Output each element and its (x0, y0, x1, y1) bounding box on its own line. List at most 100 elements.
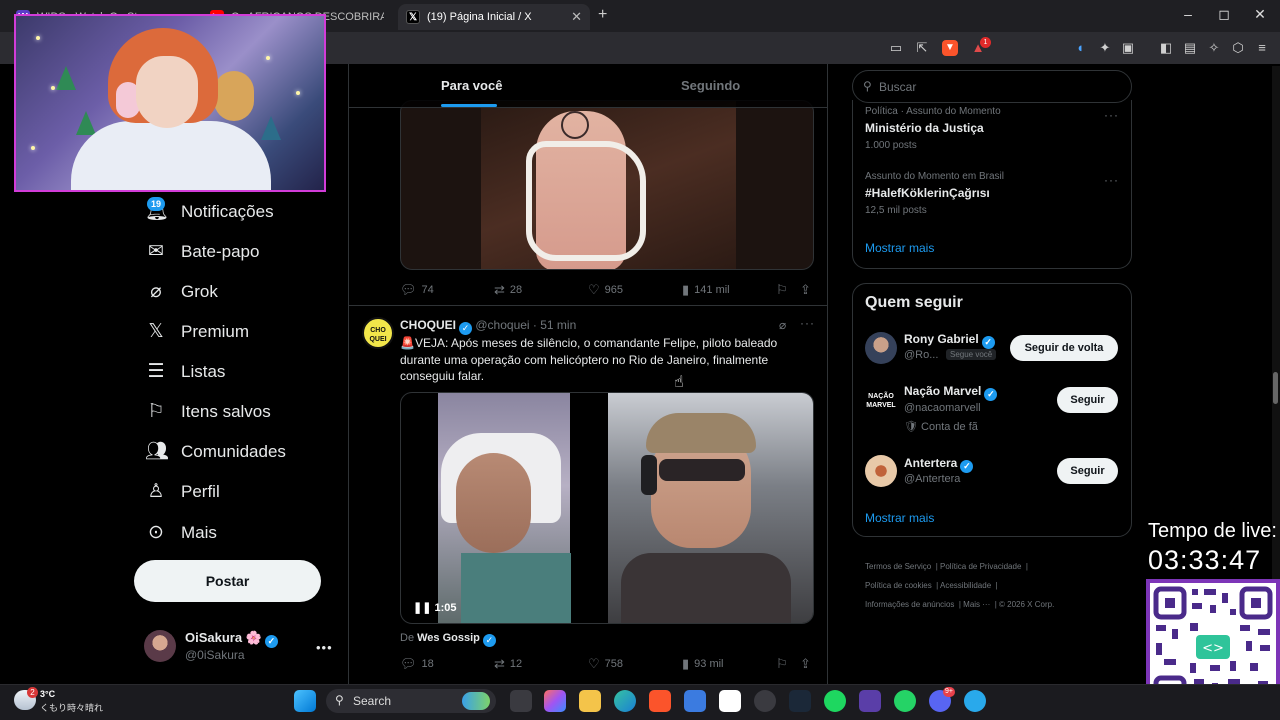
nav-communities[interactable]: 👥︎ Comunidades (145, 439, 286, 465)
tweet-time[interactable]: · 51 min (533, 318, 576, 332)
user-avatar[interactable] (865, 455, 897, 487)
like-action[interactable]: ♡ 965 (588, 282, 623, 298)
task-view-icon[interactable] (510, 690, 532, 712)
vpn-icon[interactable]: ⬡ (1230, 40, 1246, 56)
app-icon[interactable] (859, 690, 881, 712)
browser-tab-3-active[interactable]: 𝕏 (19) Página Inicial / X ✕ (398, 4, 590, 30)
share-icon[interactable]: ⇱ (914, 40, 930, 56)
tweet-author[interactable]: CHOQUEI (400, 318, 456, 332)
views-action[interactable]: ▮ 141 mil (682, 282, 730, 298)
notion-icon[interactable] (719, 690, 741, 712)
views-action[interactable]: ▮ 93 mil (682, 656, 724, 672)
tweet-more-icon[interactable]: ··· (800, 316, 815, 330)
share-action[interactable]: ⇪ (800, 282, 816, 298)
edge-icon[interactable] (614, 690, 636, 712)
bookmark-action[interactable]: ⚐ (776, 282, 793, 298)
account-menu-icon[interactable]: ••• (316, 640, 333, 655)
tweet-video[interactable]: ❚❚ 1:05 (400, 392, 814, 624)
tab-close-icon[interactable]: ✕ (563, 9, 582, 25)
trend-more-icon[interactable]: ··· (1104, 173, 1119, 187)
follow-button[interactable]: Seguir (1057, 458, 1118, 484)
user-name[interactable]: Nação Marvel ✓ (904, 384, 998, 401)
choquei-avatar[interactable]: CHO QUEI (362, 317, 394, 349)
reply-action[interactable]: 💬︎ 74 (400, 282, 434, 298)
tweet-divider (349, 305, 827, 306)
tweet-handle[interactable]: @choquei (475, 318, 529, 332)
spotify-icon[interactable] (824, 690, 846, 712)
new-tab-button[interactable]: + (598, 6, 607, 24)
reply-action[interactable]: 💬︎ 18 (400, 656, 434, 672)
cast-icon[interactable]: ▭ (888, 40, 904, 56)
post-button[interactable]: Postar (134, 560, 321, 602)
sidebar-toggle-icon[interactable]: ◧ (1158, 40, 1174, 56)
taskbar-search[interactable]: ⚲ Search (326, 689, 496, 713)
trend-more-icon[interactable]: ··· (1104, 108, 1119, 122)
minimize-button[interactable]: – (1178, 6, 1198, 22)
nav-premium[interactable]: 𝕏 Premium (145, 319, 249, 345)
maximize-button[interactable]: ◻ (1214, 6, 1234, 23)
brave-shields-icon[interactable]: ▼ (942, 40, 958, 56)
tab-following[interactable]: Seguindo (681, 78, 740, 93)
nav-grok[interactable]: ⌀ Grok (145, 279, 218, 305)
grok-explain-icon[interactable]: ⌀ (779, 318, 786, 332)
trends-show-more-link[interactable]: Mostrar mais (865, 241, 934, 255)
tab-search-icon[interactable]: ▣ (1120, 40, 1136, 56)
microsoft-store-icon[interactable] (684, 690, 706, 712)
nav-more[interactable]: ⊙ Mais (145, 520, 217, 546)
search-input[interactable]: ⚲ Buscar (852, 70, 1132, 103)
trend-item-1[interactable]: Política · Assunto do Momento Ministério… (865, 106, 1001, 151)
steam-icon[interactable] (789, 690, 811, 712)
wallet-icon[interactable]: ▤ (1182, 40, 1198, 56)
footer-link[interactable]: Política de cookies (865, 581, 932, 590)
nav-chat[interactable]: ✉ Bate-papo (145, 239, 259, 265)
nav-bookmarks[interactable]: ⚐ Itens salvos (145, 399, 270, 425)
footer-more-link[interactable]: Mais ··· (963, 600, 990, 609)
tweet-image[interactable] (400, 100, 814, 270)
tweet-header: CHOQUEI ✓ @choquei · 51 min (400, 318, 576, 335)
close-window-button[interactable]: ✕ (1250, 6, 1270, 23)
menu-icon[interactable]: ≡ (1254, 40, 1270, 56)
audio-icon[interactable]: ◖ (1072, 40, 1088, 56)
telegram-icon[interactable] (964, 690, 986, 712)
trend-item-2[interactable]: Assunto do Momento em Brasil #HalefKökle… (865, 171, 1004, 216)
scrollbar-thumb[interactable] (1273, 372, 1278, 404)
nav-profile[interactable]: ♙ Perfil (145, 479, 219, 505)
pause-icon[interactable]: ❚❚ (413, 602, 435, 614)
share-action[interactable]: ⇪ (800, 656, 816, 672)
nav-label: Bate-papo (181, 242, 260, 261)
who-to-follow-show-more-link[interactable]: Mostrar mais (865, 511, 934, 525)
weather-temp[interactable]: 3°C (40, 689, 55, 699)
like-action[interactable]: ♡ 758 (588, 656, 623, 672)
whatsapp-icon[interactable] (894, 690, 916, 712)
nav-lists[interactable]: ☰ Listas (145, 359, 225, 385)
profile-name[interactable]: OiSakura 🌸 ✓ (185, 630, 278, 648)
nacao-marvel-avatar[interactable]: NAÇÃO MARVEL (865, 385, 897, 417)
leo-ai-icon[interactable]: ✧ (1206, 40, 1222, 56)
footer-link[interactable]: Informações de anúncios (865, 600, 954, 609)
profile-avatar[interactable] (144, 630, 176, 662)
xmas-tree-decoration (56, 66, 76, 90)
weather-description[interactable]: くもり時々晴れ (40, 701, 103, 714)
user-avatar[interactable] (865, 332, 897, 364)
verified-icon: ✓ (264, 635, 278, 648)
tab-for-you[interactable]: Para você (441, 78, 502, 93)
copilot-icon[interactable] (544, 690, 566, 712)
obs-icon[interactable] (754, 690, 776, 712)
address-bar[interactable] (330, 36, 875, 60)
user-name[interactable]: Antertera ✓ (904, 456, 974, 473)
footer-link[interactable]: Termos de Serviço (865, 562, 931, 571)
follow-back-button[interactable]: Seguir de volta (1010, 335, 1118, 361)
file-explorer-icon[interactable] (579, 690, 601, 712)
source-name[interactable]: Wes Gossip (417, 632, 480, 644)
extensions-icon[interactable]: ✦ (1097, 40, 1113, 56)
repost-action[interactable]: ⇄ 28 (494, 282, 522, 298)
footer-link[interactable]: Acessibilidade (940, 581, 991, 590)
start-menu-icon[interactable] (294, 690, 316, 712)
user-name[interactable]: Rony Gabriel ✓ (904, 332, 995, 349)
footer-link[interactable]: Política de Privacidade (940, 562, 1021, 571)
follow-button[interactable]: Seguir (1057, 387, 1118, 413)
repost-action[interactable]: ⇄ 12 (494, 656, 522, 672)
brave-icon[interactable] (649, 690, 671, 712)
like-count: 965 (604, 284, 624, 296)
bookmark-action[interactable]: ⚐ (776, 656, 793, 672)
